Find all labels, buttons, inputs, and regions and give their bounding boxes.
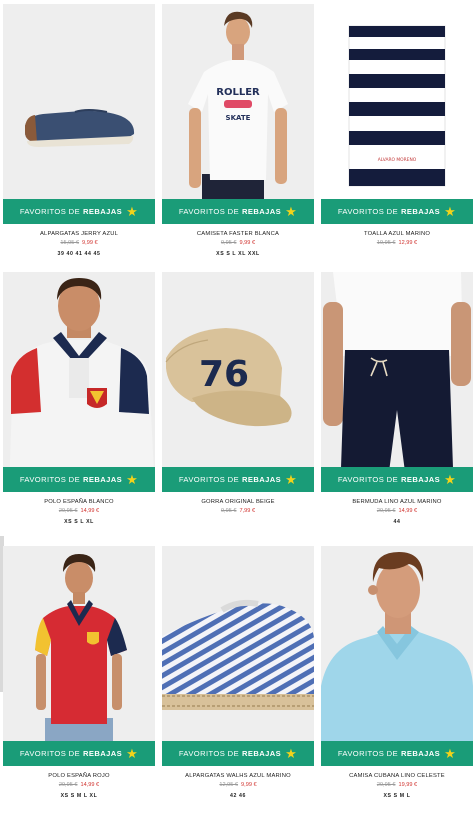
sale-price: 9,99 € <box>241 782 257 788</box>
favoritos-banner: FAVORITOS DE REBAJAS ★ <box>321 467 473 492</box>
sale-price: 14,99 € <box>398 508 418 514</box>
product-image[interactable] <box>321 546 473 766</box>
product-image[interactable] <box>3 546 155 766</box>
product-image[interactable] <box>3 4 155 224</box>
product-name[interactable]: GORRA ORIGINAL BEIGE <box>162 499 314 505</box>
product-image[interactable]: 76 <box>162 272 314 492</box>
favoritos-banner: FAVORITOS DE REBAJAS ★ <box>162 741 314 766</box>
product-name[interactable]: ALPARGATAS WALHS AZUL MARINO <box>162 773 314 779</box>
old-price: 29,95 € <box>376 508 396 514</box>
product-image[interactable]: ALVARO MORENO <box>321 4 473 224</box>
product-card[interactable]: 76 FAVORITOS DE REBAJAS ★ GORRA ORIGINAL B… <box>162 272 314 546</box>
product-image[interactable]: ROLLER SKATE <box>162 4 314 224</box>
product-name[interactable]: CAMISETA FASTER BLANCA <box>162 231 314 237</box>
product-card[interactable]: FAVORITOS DE REBAJAS ★ ALPARGATAS WALHS AZ… <box>162 546 314 813</box>
product-card[interactable]: FAVORITOS DE REBAJAS ★ POLO ESPAÑA BLANCO … <box>3 272 155 546</box>
star-icon: ★ <box>285 472 298 487</box>
favoritos-banner: FAVORITOS DE REBAJAS ★ <box>3 199 155 224</box>
old-price: 19,95 € <box>376 240 396 246</box>
favoritos-banner: FAVORITOS DE REBAJAS ★ <box>162 467 314 492</box>
product-name[interactable]: CAMISA CUBANA LINO CELESTE <box>321 773 473 779</box>
favoritos-banner: FAVORITOS DE REBAJAS ★ <box>321 741 473 766</box>
favoritos-banner: FAVORITOS DE REBAJAS ★ <box>3 467 155 492</box>
old-price: 29,95 € <box>58 508 78 514</box>
product-name[interactable]: ALPARGATAS JERRY AZUL <box>3 231 155 237</box>
star-icon: ★ <box>444 472 457 487</box>
product-card[interactable]: FAVORITOS DE REBAJAS ★ ALPARGATAS JERRY AZ… <box>3 4 155 272</box>
product-card[interactable]: FAVORITOS DE REBAJAS ★ CAMISA CUBANA LINO … <box>321 546 473 813</box>
towel-logo: ALVARO MORENO <box>378 157 417 163</box>
product-name[interactable]: BERMUDA LINO AZUL MARINO <box>321 499 473 505</box>
available-sizes: XS S L XL <box>64 519 94 525</box>
star-icon: ★ <box>285 746 298 761</box>
available-sizes: XS S M L XL <box>60 793 98 799</box>
available-sizes: 44 <box>393 519 401 525</box>
product-card[interactable]: FAVORITOS DE REBAJAS ★ BERMUDA LINO AZUL M… <box>321 272 473 546</box>
shirt-print-top: ROLLER <box>216 87 260 98</box>
cap-number: 76 <box>199 354 249 395</box>
product-image[interactable] <box>162 546 314 766</box>
product-name[interactable]: TOALLA AZUL MARINO <box>321 231 473 237</box>
favoritos-banner: FAVORITOS DE REBAJAS ★ <box>321 199 473 224</box>
sale-price: 19,99 € <box>398 782 418 788</box>
old-price: 29,95 € <box>376 782 396 788</box>
star-icon: ★ <box>126 204 139 219</box>
favoritos-banner: FAVORITOS DE REBAJAS ★ <box>3 741 155 766</box>
available-sizes: XS S M L <box>383 793 411 799</box>
available-sizes: 39 40 41 44 45 <box>57 251 101 257</box>
sale-price: 14,99 € <box>80 782 100 788</box>
sale-price: 14,99 € <box>80 508 100 514</box>
product-card[interactable]: FAVORITOS DE REBAJAS ★ POLO ESPAÑA ROJO 29… <box>3 546 155 813</box>
available-sizes: XS S L XL XXL <box>216 251 260 257</box>
shirt-print-bottom: SKATE <box>226 114 251 122</box>
star-icon: ★ <box>126 746 139 761</box>
sale-price: 12,99 € <box>398 240 418 246</box>
star-icon: ★ <box>444 204 457 219</box>
sale-price: 9,99 € <box>239 240 256 246</box>
star-icon: ★ <box>444 746 457 761</box>
product-name[interactable]: POLO ESPAÑA ROJO <box>3 773 155 779</box>
old-price: 9,95 € <box>220 508 237 514</box>
product-grid: FAVORITOS DE REBAJAS ★ ALPARGATAS JERRY AZ… <box>3 4 473 813</box>
favoritos-banner: FAVORITOS DE REBAJAS ★ <box>162 199 314 224</box>
star-icon: ★ <box>285 204 298 219</box>
product-image[interactable] <box>3 272 155 492</box>
old-price: 15,95 € <box>60 240 80 246</box>
old-price: 29,95 € <box>58 782 78 788</box>
old-price: 12,95 € <box>219 782 239 788</box>
available-sizes: 42 46 <box>230 793 246 799</box>
product-image[interactable] <box>321 272 473 492</box>
product-name[interactable]: POLO ESPAÑA BLANCO <box>3 499 155 505</box>
sale-price: 9,99 € <box>82 240 98 246</box>
product-card[interactable]: ROLLER SKATE FAVORITOS DE REBAJAS ★ CAMISE… <box>162 4 314 272</box>
old-price: 9,95 € <box>220 240 237 246</box>
star-icon: ★ <box>126 472 139 487</box>
sale-price: 7,99 € <box>239 508 256 514</box>
product-card[interactable]: ALVARO MORENO FAVORITOS DE REBAJAS ★ TOALL… <box>321 4 473 272</box>
